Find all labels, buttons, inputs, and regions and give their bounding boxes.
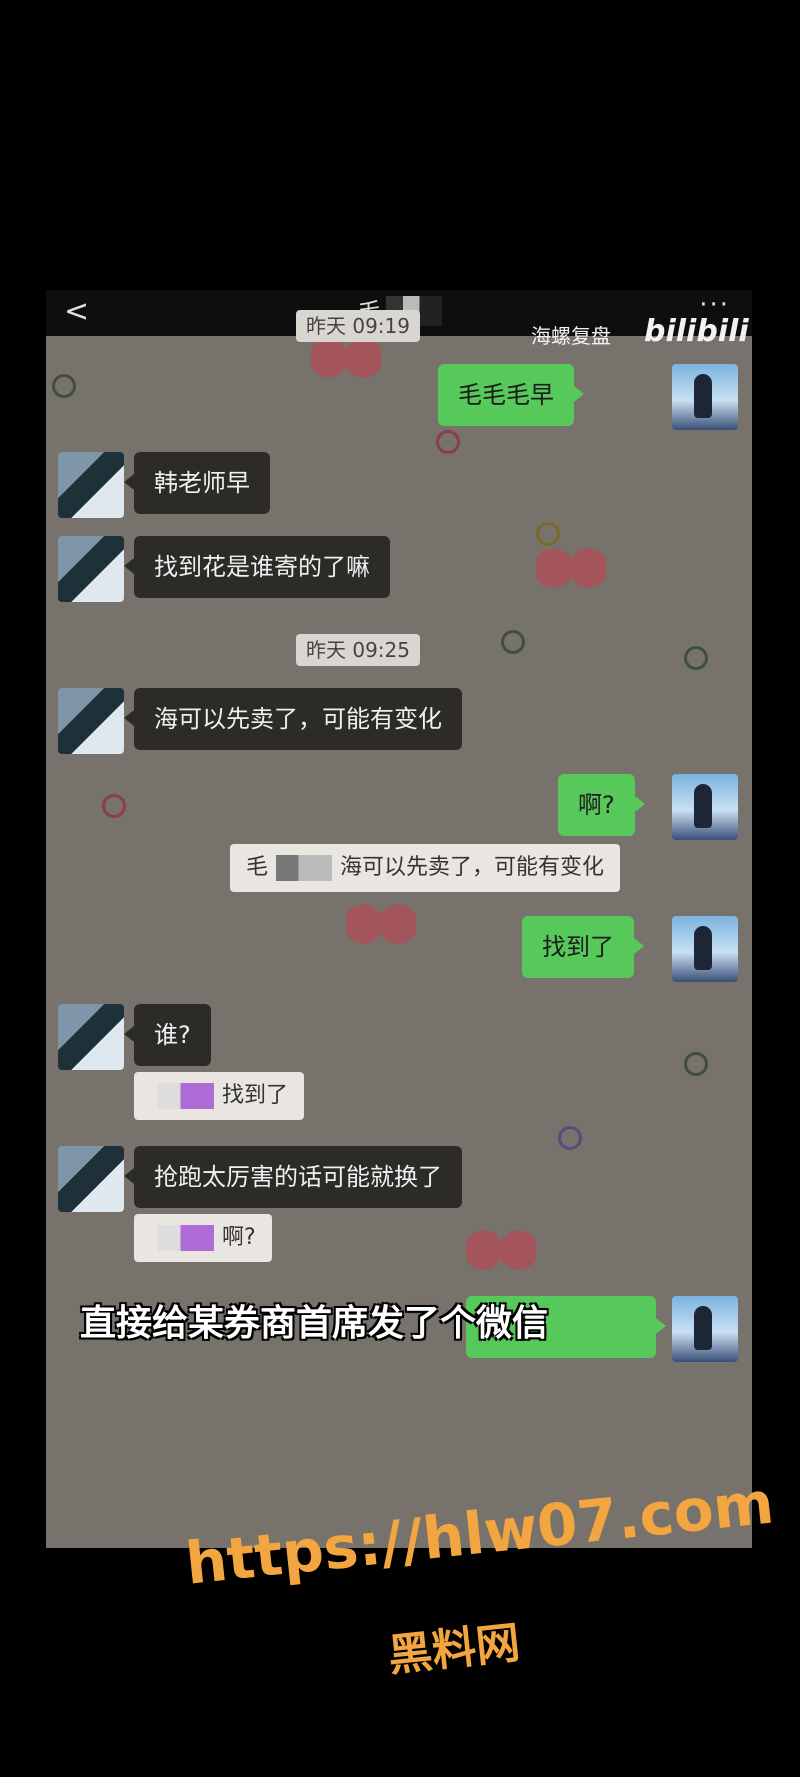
my-avatar[interactable] bbox=[672, 1296, 738, 1362]
contact-avatar[interactable] bbox=[58, 1004, 124, 1070]
quote-mosaic bbox=[158, 1083, 214, 1109]
timestamp: 昨天 09:25 bbox=[296, 634, 420, 666]
decor-bow bbox=[346, 904, 416, 944]
my-avatar[interactable] bbox=[672, 916, 738, 982]
contact-avatar[interactable] bbox=[58, 536, 124, 602]
decor-bow bbox=[311, 338, 381, 378]
bilibili-logo: bilibili bbox=[644, 314, 749, 349]
message-bubble-sent[interactable]: 找到了 bbox=[522, 916, 644, 978]
quote-text: 找到了 bbox=[222, 1083, 289, 1108]
contact-avatar[interactable] bbox=[58, 1146, 124, 1212]
quote-text: 啊? bbox=[222, 1225, 256, 1250]
decor-bow bbox=[466, 1230, 536, 1270]
avatar-figure bbox=[694, 784, 712, 828]
avatar-figure bbox=[694, 374, 712, 418]
video-caption: 直接给某券商首席发了个微信 bbox=[80, 1303, 549, 1344]
quoted-message[interactable]: 毛 海可以先卖了，可能有变化 bbox=[230, 844, 621, 892]
chat-screen: < 毛 ··· 海螺复盘 bilibili 昨天 09:19 毛毛毛早 韩老师早… bbox=[46, 290, 752, 1548]
message-bubble-received[interactable]: 找到花是谁寄的了嘛 bbox=[124, 536, 390, 598]
decor-circle bbox=[52, 374, 76, 398]
timestamp: 昨天 09:19 bbox=[296, 310, 420, 342]
my-avatar[interactable] bbox=[672, 364, 738, 430]
quote-mosaic bbox=[276, 855, 333, 881]
back-arrow-icon[interactable]: < bbox=[64, 294, 89, 330]
quoted-message[interactable]: 啊? bbox=[134, 1214, 272, 1262]
avatar-figure bbox=[694, 926, 712, 970]
message-bubble-received[interactable]: 谁? bbox=[124, 1004, 211, 1066]
message-bubble-sent[interactable]: 毛毛毛早 bbox=[438, 364, 584, 426]
message-bubble-received[interactable]: 海可以先卖了，可能有变化 bbox=[124, 688, 462, 750]
avatar-figure bbox=[694, 1306, 712, 1350]
decor-circle bbox=[436, 430, 460, 454]
message-bubble-received[interactable]: 抢跑太厉害的话可能就换了 bbox=[124, 1146, 462, 1208]
contact-avatar[interactable] bbox=[58, 688, 124, 754]
decor-circle bbox=[558, 1126, 582, 1150]
quote-sender: 毛 bbox=[246, 855, 269, 880]
decor-circle bbox=[684, 646, 708, 670]
decor-bow bbox=[536, 548, 606, 588]
watermark-site-name: 黑料网 bbox=[385, 1617, 523, 1682]
decor-circle bbox=[501, 630, 525, 654]
decor-circle bbox=[102, 794, 126, 818]
decor-circle bbox=[684, 1052, 708, 1076]
message-bubble-sent[interactable]: 啊? bbox=[558, 774, 645, 836]
my-avatar[interactable] bbox=[672, 774, 738, 840]
decor-circle bbox=[536, 522, 560, 546]
quote-mosaic bbox=[158, 1225, 214, 1251]
contact-avatar[interactable] bbox=[58, 452, 124, 518]
quote-text: 海可以先卖了，可能有变化 bbox=[340, 855, 605, 880]
quoted-message[interactable]: 找到了 bbox=[134, 1072, 305, 1120]
message-bubble-received[interactable]: 韩老师早 bbox=[124, 452, 270, 514]
watermark-text: 海螺复盘 bbox=[531, 324, 611, 348]
